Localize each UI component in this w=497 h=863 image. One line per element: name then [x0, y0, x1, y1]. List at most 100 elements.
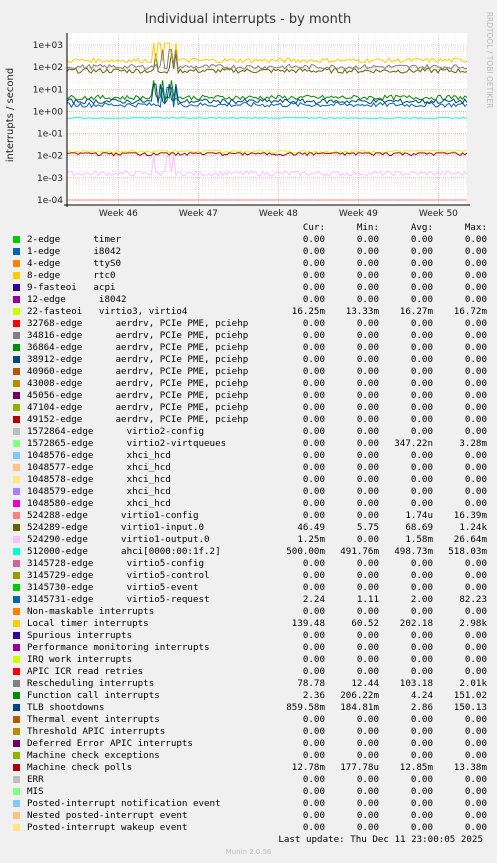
- legend-cur-value: 0.00: [302, 294, 325, 305]
- legend-min-value: 0.00: [356, 414, 379, 425]
- munin-version: Munin 2.0.56: [225, 848, 272, 856]
- legend-avg-value: 498.73m: [394, 546, 433, 557]
- legend-cur-value: 859.58m: [286, 702, 325, 713]
- y-axis-label: interrupts / second: [5, 68, 16, 162]
- legend-label: 22-fasteoi virtio3, virtio4: [27, 306, 188, 317]
- legend-cur-value: 46.49: [297, 522, 325, 533]
- legend-swatch: [13, 620, 20, 627]
- legend-min-value: 0.00: [356, 510, 379, 521]
- legend-label: Thermal event interrupts: [27, 714, 160, 725]
- legend-cur-value: 0.00: [302, 426, 325, 437]
- legend-row: 3145730-edge virtio5-event 0.00 0.00 0.00 0.…: [12, 582, 492, 594]
- legend-cur-value: 0.00: [302, 798, 325, 809]
- legend-min-value: 0.00: [356, 558, 379, 569]
- legend-avg-value: 0.00: [410, 798, 433, 809]
- legend-min-value: 0.00: [356, 630, 379, 641]
- legend-label: 49152-edge aerdrv, PCIe PME, pciehp: [27, 414, 249, 425]
- legend-max-value: 0.00: [464, 426, 487, 437]
- legend-swatch: [13, 500, 20, 507]
- legend-max-value: 0.00: [464, 318, 487, 329]
- legend-min-value: 0.00: [356, 534, 379, 545]
- legend-min-value: 1.11: [356, 594, 379, 605]
- legend-min-value: 0.00: [356, 498, 379, 509]
- legend-row: Nested posted-interrupt event 0.00 0.00 0.0…: [12, 810, 492, 822]
- legend-min-value: 12.44: [351, 678, 379, 689]
- legend-avg-value: 347.22n: [394, 438, 433, 449]
- legend-max-value: 0.00: [464, 330, 487, 341]
- legend-avg-value: 12.85m: [399, 762, 433, 773]
- legend-swatch: [13, 680, 20, 687]
- legend-row: Threshold APIC interrupts 0.00 0.00 0.00 0.0…: [12, 726, 492, 738]
- legend-swatch: [13, 452, 20, 459]
- y-tick-label: 1e+03: [33, 41, 63, 51]
- legend-max-value: 0.00: [464, 294, 487, 305]
- legend-avg-value: 0.00: [410, 282, 433, 293]
- legend-label: 9-fasteoi acpi: [27, 282, 116, 293]
- legend-label: 1048578-edge xhci_hcd: [27, 474, 171, 485]
- legend-cur-value: 0.00: [302, 318, 325, 329]
- legend-max-value: 0.00: [464, 498, 487, 509]
- legend-row: 1572864-edge virtio2-config 0.00 0.00 0.00 0…: [12, 426, 492, 438]
- legend-label: Local timer interrupts: [27, 618, 149, 629]
- legend-row: APIC ICR read retries 0.00 0.00 0.00 0.00: [12, 666, 492, 678]
- last-update: Last update: Thu Dec 11 23:00:05 2025: [278, 834, 483, 845]
- legend-avg-value: 2.00: [410, 594, 433, 605]
- legend-label: 43008-edge aerdrv, PCIe PME, pciehp: [27, 378, 249, 389]
- legend-label: Posted-interrupt notification event: [27, 798, 221, 809]
- legend-label: 1048577-edge xhci_hcd: [27, 462, 171, 473]
- legend-row: 3145728-edge virtio5-config 0.00 0.00 0.00 0…: [12, 558, 492, 570]
- legend-label: 34816-edge aerdrv, PCIe PME, pciehp: [27, 330, 249, 341]
- legend-max-value: 13.38m: [453, 762, 487, 773]
- legend-min-value: 0.00: [356, 354, 379, 365]
- legend-max-value: 0.00: [464, 738, 487, 749]
- legend-cur-value: 0.00: [302, 714, 325, 725]
- legend-max-value: 0.00: [464, 270, 487, 281]
- legend-swatch: [13, 764, 20, 771]
- legend-cur-value: 0.00: [302, 438, 325, 449]
- legend-row: 3145729-edge virtio5-control 0.00 0.00 0.00…: [12, 570, 492, 582]
- legend-cur-value: 1.25m: [297, 534, 325, 545]
- col-avg: Avg:: [410, 222, 433, 233]
- plot-background: [67, 33, 467, 205]
- legend-swatch: [13, 716, 20, 723]
- legend-cur-value: 0.00: [302, 402, 325, 413]
- legend-cur-value: 139.48: [291, 618, 325, 629]
- legend-min-value: 184.81m: [340, 702, 379, 713]
- legend-row: 8-edge rtc0 0.00 0.00 0.00 0.00: [12, 270, 492, 282]
- legend-swatch: [13, 236, 20, 243]
- legend-swatch: [13, 512, 20, 519]
- legend-min-value: 0.00: [356, 570, 379, 581]
- legend-swatch: [13, 440, 20, 447]
- legend-row: 32768-edge aerdrv, PCIe PME, pciehp 0.00 0…: [12, 318, 492, 330]
- legend-row: 4-edge ttyS0 0.00 0.00 0.00 0.00: [12, 258, 492, 270]
- legend-swatch: [13, 308, 20, 315]
- legend-swatch: [13, 572, 20, 579]
- legend-row: 1048578-edge xhci_hcd 0.00 0.00 0.00 0.00: [12, 474, 492, 486]
- legend-min-value: 0.00: [356, 714, 379, 725]
- legend-min-value: 0.00: [356, 342, 379, 353]
- legend-max-value: 150.13: [453, 702, 487, 713]
- legend-min-value: 0.00: [356, 294, 379, 305]
- legend-row: Deferred Error APIC interrupts 0.00 0.00 0.…: [12, 738, 492, 750]
- legend-cur-value: 0.00: [302, 270, 325, 281]
- legend-row: 524288-edge virtio1-config 0.00 0.00 1.74u 1…: [12, 510, 492, 522]
- legend-row: 1048577-edge xhci_hcd 0.00 0.00 0.00 0.00: [12, 462, 492, 474]
- legend-row: Machine check exceptions 0.00 0.00 0.00 0.00: [12, 750, 492, 762]
- legend-min-value: 0.00: [356, 318, 379, 329]
- legend-label: TLB shootdowns: [27, 702, 105, 713]
- legend-max-value: 0.00: [464, 822, 487, 833]
- legend-max-value: 26.64m: [453, 534, 487, 545]
- col-min: Min:: [356, 222, 379, 233]
- legend-cur-value: 0.00: [302, 342, 325, 353]
- legend-row: Machine check polls 12.78m 177.78u 12.85m 13…: [12, 762, 492, 774]
- legend-row: 1-edge i8042 0.00 0.00 0.00 0.00: [12, 246, 492, 258]
- legend-min-value: 0.00: [356, 606, 379, 617]
- legend-row: 43008-edge aerdrv, PCIe PME, pciehp 0.00 0…: [12, 378, 492, 390]
- legend-min-value: 0.00: [356, 822, 379, 833]
- legend-row: 9-fasteoi acpi 0.00 0.00 0.00 0.00: [12, 282, 492, 294]
- legend-max-value: 0.00: [464, 606, 487, 617]
- legend-min-value: 0.00: [356, 582, 379, 593]
- legend-avg-value: 0.00: [410, 786, 433, 797]
- legend-cur-value: 0.00: [302, 486, 325, 497]
- legend-cur-value: 0.00: [302, 738, 325, 749]
